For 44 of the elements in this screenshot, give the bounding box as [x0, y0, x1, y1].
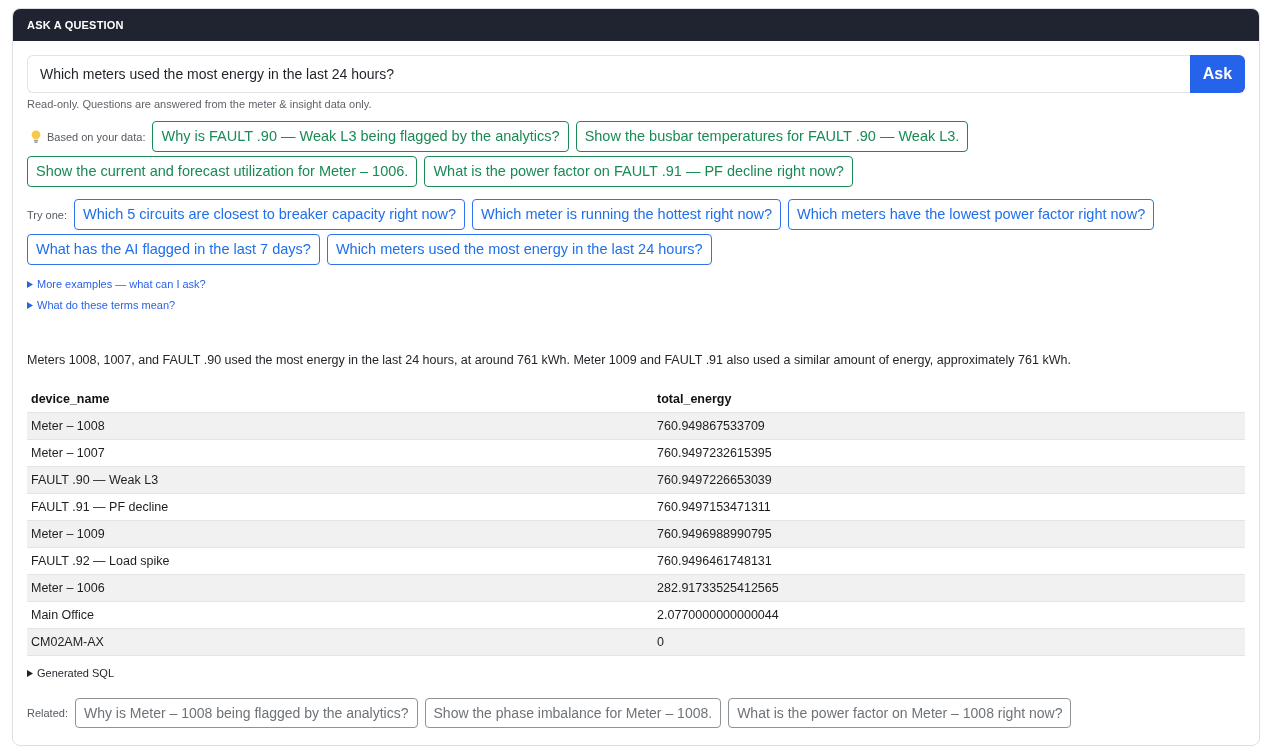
suggestion-chip[interactable]: What is the power factor on FAULT .91 — PF decline right now?	[424, 156, 853, 187]
question-input[interactable]: Which meters used the most energy in the last 24 hours?	[27, 55, 1190, 93]
table-cell: Meter – 1006	[27, 574, 654, 602]
chips-label: Based on your data:	[47, 129, 146, 144]
disclosure-link[interactable]: More examples — what can I ask?	[27, 277, 206, 291]
table-cell: FAULT .91 — PF decline	[27, 493, 654, 521]
ask-button[interactable]: Ask	[1190, 55, 1245, 93]
chips-label: Related:	[27, 706, 68, 720]
table-cell: Meter – 1007	[27, 439, 654, 467]
example-chip[interactable]: Which meters used the most energy in the last 24 hours?	[326, 234, 712, 265]
table-cell: 282.91733525412565	[653, 574, 1245, 602]
table-cell: 760.9496988990795	[653, 520, 1245, 548]
table-cell: 0	[653, 628, 1245, 656]
generated-sql-toggle[interactable]: Generated SQL	[27, 666, 115, 680]
suggestion-chip[interactable]: Why is FAULT .90 — Weak L3 being flagged by the analytics?	[152, 121, 569, 152]
related-chip[interactable]: Why is Meter – 1008 being flagged by the analytics?	[75, 698, 418, 728]
panel-title: ASK A QUESTION	[27, 19, 124, 31]
answer-text: Meters 1008, 1007, and FAULT .90 used the most energy in the last 24 hours, at around 761 kWh. Meter 1009 and FAULT .91 also used a similar amount of energy, approximately 761 kWh.	[27, 352, 1072, 369]
table-cell: FAULT .92 — Load spike	[27, 547, 654, 575]
table-cell: Meter – 1008	[27, 412, 654, 440]
column-header: total_energy	[653, 385, 1245, 413]
table-cell: Main Office	[27, 601, 654, 629]
example-chip[interactable]: Which meter is running the hottest right now?	[472, 199, 782, 230]
example-chip[interactable]: Which meters have the lowest power factor right now?	[788, 199, 1155, 230]
example-chip[interactable]: What has the AI flagged in the last 7 days?	[27, 234, 320, 265]
helper-text: Read-only. Questions are answered from the meter & insight data only.	[27, 97, 373, 111]
table-cell: 760.949867533709	[653, 412, 1245, 440]
disclosure-link[interactable]: What do these terms mean?	[27, 298, 176, 312]
related-chip[interactable]: What is the power factor on Meter – 1008 right now?	[728, 698, 1072, 728]
lightbulb-icon	[31, 130, 41, 143]
example-chip[interactable]: Which 5 circuits are closest to breaker capacity right now?	[73, 199, 466, 230]
suggestion-chip[interactable]: Show the busbar temperatures for FAULT .90 — Weak L3.	[575, 121, 969, 152]
table-cell: 760.9496461748131	[653, 547, 1245, 575]
related-chip[interactable]: Show the phase imbalance for Meter – 1008.	[424, 698, 722, 728]
table-cell: Meter – 1009	[27, 520, 654, 548]
table-cell: 760.9497153471311	[653, 493, 1245, 521]
suggestion-chip[interactable]: Show the current and forecast utilization for Meter – 1006.	[27, 156, 418, 187]
column-header: device_name	[27, 385, 654, 413]
chips-label: Try one:	[27, 207, 67, 222]
table-cell: FAULT .90 — Weak L3	[27, 466, 654, 494]
table-cell: CM02AM-AX	[27, 628, 654, 656]
table-cell: 2.0770000000000044	[653, 601, 1245, 629]
table-cell: 760.9497226653039	[653, 466, 1245, 494]
table-cell: 760.9497232615395	[653, 439, 1245, 467]
